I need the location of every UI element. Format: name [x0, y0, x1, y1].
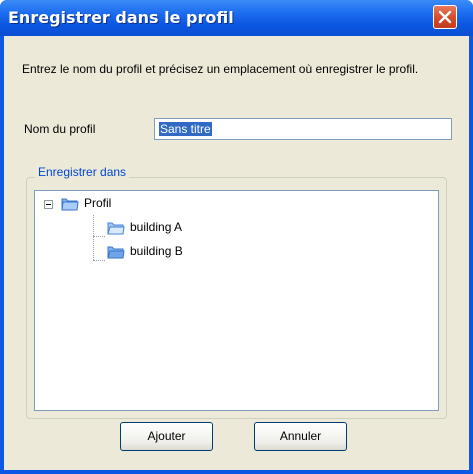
cancel-button[interactable]: Annuler [254, 422, 347, 451]
profile-name-value: Sans titre [159, 122, 212, 136]
tree-node-building-a[interactable]: building A [130, 220, 182, 234]
title-bar[interactable]: Enregistrer dans le profil [0, 0, 473, 36]
tree-node-root[interactable]: Profil [84, 196, 111, 210]
tree-line [93, 215, 94, 260]
folder-icon [61, 196, 79, 216]
folder-icon [107, 220, 125, 240]
folder-icon [107, 244, 125, 264]
window-title: Enregistrer dans le profil [8, 8, 234, 27]
tree-line [93, 260, 105, 261]
folder-tree[interactable]: Profil building A building B [34, 190, 439, 411]
tree-node-building-b[interactable]: building B [130, 244, 183, 258]
intro-text: Entrez le nom du profil et précisez un e… [22, 62, 419, 76]
profile-name-input[interactable]: Sans titre [154, 118, 452, 140]
dialog-body: Entrez le nom du profil et précisez un e… [4, 36, 469, 470]
tree-line [93, 236, 105, 237]
collapse-toggle[interactable] [44, 200, 53, 209]
profile-name-label: Nom du profil [24, 122, 96, 136]
save-location-legend: Enregistrer dans [35, 165, 130, 179]
dialog-window: Enregistrer dans le profil Entrez le nom… [0, 0, 473, 474]
close-button[interactable] [433, 5, 457, 29]
add-button[interactable]: Ajouter [120, 422, 213, 451]
